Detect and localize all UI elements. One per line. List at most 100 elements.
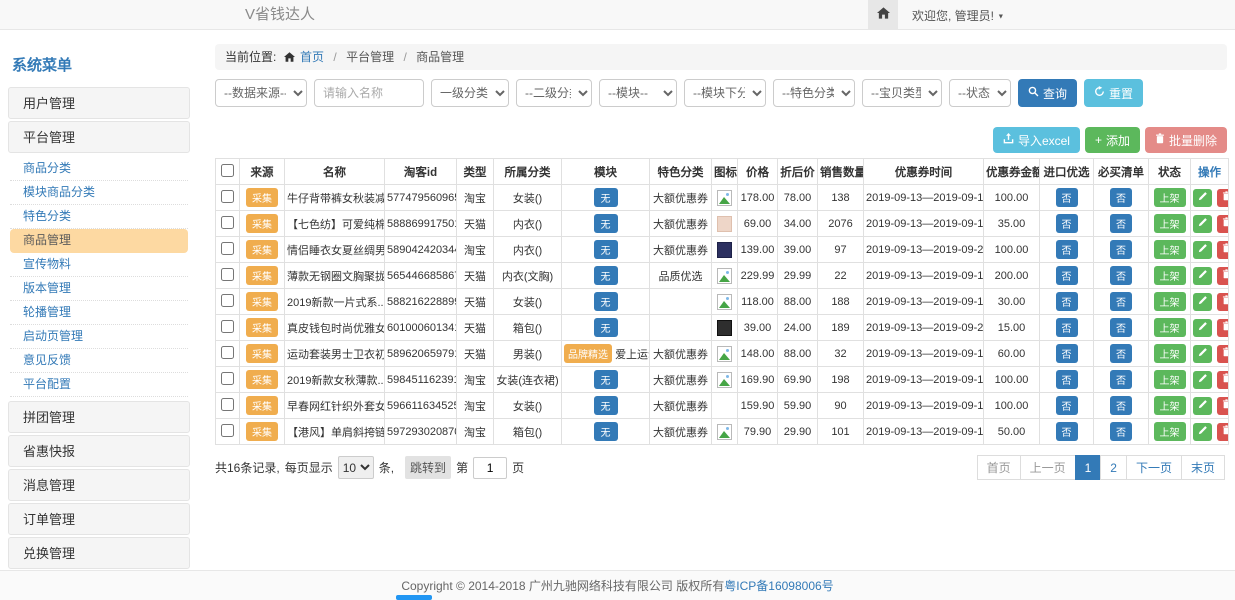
sidebar-item-轮播管理[interactable]: 轮播管理 <box>10 301 188 325</box>
delete-button[interactable] <box>1217 293 1228 311</box>
edit-button[interactable] <box>1193 371 1212 389</box>
data-source-select[interactable]: --数据来源-- <box>215 79 307 107</box>
batch-delete-button[interactable]: 批量删除 <box>1145 127 1227 153</box>
status-badge[interactable]: 上架 <box>1154 318 1186 337</box>
row-checkbox[interactable] <box>221 424 234 437</box>
per-page-select[interactable]: 10 <box>338 456 374 479</box>
filter-select[interactable]: --宝贝类型-- <box>862 79 942 107</box>
sidebar-item-消息管理[interactable]: 消息管理 <box>8 469 190 501</box>
import-select-toggle[interactable]: 否 <box>1056 240 1078 259</box>
page-button-上一页[interactable]: 上一页 <box>1020 455 1076 480</box>
breadcrumb-home-link[interactable]: 首页 <box>300 50 324 64</box>
row-checkbox[interactable] <box>221 294 234 307</box>
filter-select[interactable]: --特色分类-- <box>773 79 855 107</box>
must-buy-toggle[interactable]: 否 <box>1110 370 1132 389</box>
status-badge[interactable]: 上架 <box>1154 214 1186 233</box>
edit-button[interactable] <box>1193 345 1212 363</box>
reset-button[interactable]: 重置 <box>1084 79 1143 107</box>
sidebar-item-平台配置[interactable]: 平台配置 <box>10 373 188 397</box>
filter-select[interactable]: --模块-- <box>599 79 677 107</box>
delete-button[interactable] <box>1217 241 1228 259</box>
import-select-toggle[interactable]: 否 <box>1056 292 1078 311</box>
import-select-toggle[interactable]: 否 <box>1056 344 1078 363</box>
edit-button[interactable] <box>1193 241 1212 259</box>
delete-button[interactable] <box>1217 397 1228 415</box>
sidebar-item-启动页管理[interactable]: 启动页管理 <box>10 325 188 349</box>
must-buy-toggle[interactable]: 否 <box>1110 240 1132 259</box>
sidebar-item-商品管理[interactable]: 商品管理 <box>10 229 188 253</box>
import-select-toggle[interactable]: 否 <box>1056 318 1078 337</box>
row-checkbox[interactable] <box>221 190 234 203</box>
filter-select[interactable]: --模块下分类-- <box>684 79 766 107</box>
delete-button[interactable] <box>1217 319 1228 337</box>
import-select-toggle[interactable]: 否 <box>1056 188 1078 207</box>
must-buy-toggle[interactable]: 否 <box>1110 188 1132 207</box>
status-badge[interactable]: 上架 <box>1154 188 1186 207</box>
row-checkbox[interactable] <box>221 372 234 385</box>
row-checkbox[interactable] <box>221 268 234 281</box>
status-badge[interactable]: 上架 <box>1154 266 1186 285</box>
sidebar-item-省惠快报[interactable]: 省惠快报 <box>8 435 190 467</box>
import-select-toggle[interactable]: 否 <box>1056 422 1078 441</box>
page-jump-input[interactable] <box>473 457 507 479</box>
sidebar-item-商品分类[interactable]: 商品分类 <box>10 157 188 181</box>
sidebar-item-宣传物料[interactable]: 宣传物料 <box>10 253 188 277</box>
import-excel-button[interactable]: 导入excel <box>993 127 1080 153</box>
must-buy-toggle[interactable]: 否 <box>1110 292 1132 311</box>
sidebar-item-订单管理[interactable]: 订单管理 <box>8 503 190 535</box>
status-badge[interactable]: 上架 <box>1154 344 1186 363</box>
edit-button[interactable] <box>1193 293 1212 311</box>
edit-button[interactable] <box>1193 189 1212 207</box>
select-all-checkbox[interactable] <box>221 164 234 177</box>
filter-select[interactable]: --状态-- <box>949 79 1011 107</box>
import-select-toggle[interactable]: 否 <box>1056 266 1078 285</box>
import-select-toggle[interactable]: 否 <box>1056 370 1078 389</box>
search-button[interactable]: 查询 <box>1018 79 1077 107</box>
edit-button[interactable] <box>1193 215 1212 233</box>
user-menu[interactable]: 欢迎您, 管理员! ▼ <box>912 7 1004 24</box>
row-checkbox[interactable] <box>221 346 234 359</box>
must-buy-toggle[interactable]: 否 <box>1110 318 1132 337</box>
filter-select[interactable]: --二级分类-- <box>516 79 592 107</box>
must-buy-toggle[interactable]: 否 <box>1110 344 1132 363</box>
status-badge[interactable]: 上架 <box>1154 292 1186 311</box>
sidebar-item-意见反馈[interactable]: 意见反馈 <box>10 349 188 373</box>
delete-button[interactable] <box>1217 371 1228 389</box>
status-badge[interactable]: 上架 <box>1154 370 1186 389</box>
delete-button[interactable] <box>1217 267 1228 285</box>
row-checkbox[interactable] <box>221 398 234 411</box>
row-checkbox[interactable] <box>221 216 234 229</box>
import-select-toggle[interactable]: 否 <box>1056 214 1078 233</box>
status-badge[interactable]: 上架 <box>1154 422 1186 441</box>
sidebar-item-用户管理[interactable]: 用户管理 <box>8 87 190 119</box>
must-buy-toggle[interactable]: 否 <box>1110 266 1132 285</box>
add-button[interactable]: + 添加 <box>1085 127 1140 153</box>
sidebar-item-特色分类[interactable]: 特色分类 <box>10 205 188 229</box>
delete-button[interactable] <box>1217 215 1228 233</box>
page-button-2[interactable]: 2 <box>1100 455 1127 480</box>
icp-link[interactable]: 粤ICP备16098006号 <box>724 579 833 593</box>
sidebar-item-版本管理[interactable]: 版本管理 <box>10 277 188 301</box>
page-button-1[interactable]: 1 <box>1075 455 1102 480</box>
must-buy-toggle[interactable]: 否 <box>1110 214 1132 233</box>
row-checkbox[interactable] <box>221 320 234 333</box>
sidebar-item-拼团管理[interactable]: 拼团管理 <box>8 401 190 433</box>
page-button-末页[interactable]: 末页 <box>1181 455 1225 480</box>
name-filter-input[interactable] <box>314 79 424 107</box>
row-checkbox[interactable] <box>221 242 234 255</box>
edit-button[interactable] <box>1193 423 1212 441</box>
page-button-首页[interactable]: 首页 <box>977 455 1021 480</box>
delete-button[interactable] <box>1217 345 1228 363</box>
sidebar-item-兑换管理[interactable]: 兑换管理 <box>8 537 190 569</box>
sidebar-item-平台管理[interactable]: 平台管理 <box>8 121 190 153</box>
status-badge[interactable]: 上架 <box>1154 240 1186 259</box>
edit-button[interactable] <box>1193 397 1212 415</box>
delete-button[interactable] <box>1217 189 1228 207</box>
status-badge[interactable]: 上架 <box>1154 396 1186 415</box>
delete-button[interactable] <box>1217 423 1228 441</box>
sidebar-item-模块商品分类[interactable]: 模块商品分类 <box>10 181 188 205</box>
edit-button[interactable] <box>1193 267 1212 285</box>
must-buy-toggle[interactable]: 否 <box>1110 422 1132 441</box>
import-select-toggle[interactable]: 否 <box>1056 396 1078 415</box>
home-button[interactable] <box>868 0 898 30</box>
